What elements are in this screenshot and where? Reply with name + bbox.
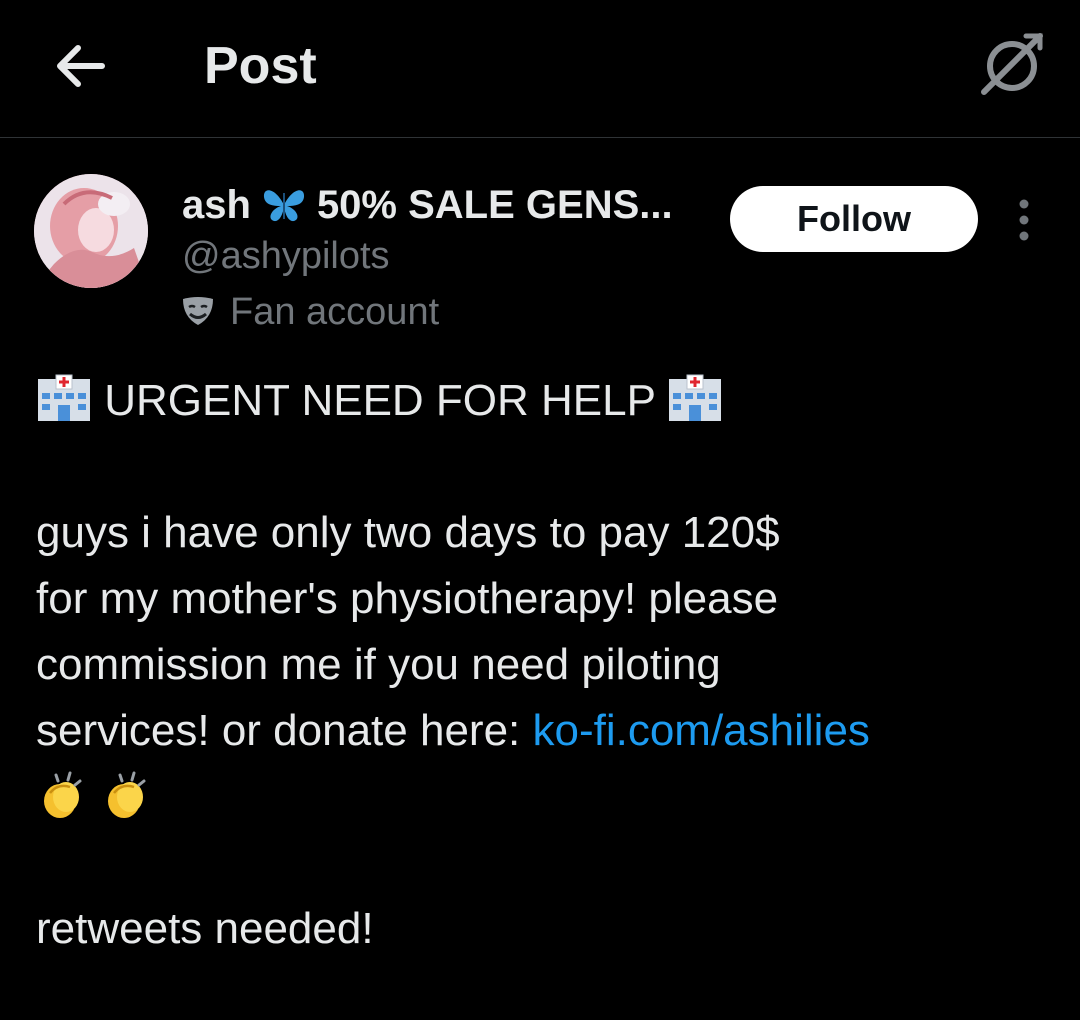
grok-button[interactable] [976, 28, 1048, 100]
account-label-text: Fan account [230, 291, 440, 333]
post-headline-text: URGENT NEED FOR HELP [104, 376, 656, 425]
kofi-link[interactable]: ko-fi.com/ashilies [532, 706, 869, 755]
more-vertical-icon [1019, 199, 1029, 241]
top-bar: Post [0, 0, 1080, 138]
hospital-icon [669, 374, 722, 421]
post-headline: URGENT NEED FOR HELP [36, 368, 1066, 434]
follow-button[interactable]: Follow [730, 186, 978, 252]
clapping-hands-icon [44, 771, 82, 818]
avatar[interactable] [34, 174, 148, 288]
grok-icon [981, 33, 1043, 95]
post-line: for my mother's physiotherapy! please [36, 574, 779, 623]
post-line-text: services! or donate here: [36, 706, 533, 755]
display-name[interactable]: ash 50% SALE GENS... [182, 180, 673, 230]
butterfly-icon [263, 190, 304, 222]
performing-arts-mask-icon [183, 297, 213, 325]
account-label: Fan account [180, 288, 439, 336]
clapping-hands-icon [108, 771, 146, 818]
more-options-button[interactable] [1004, 196, 1044, 244]
back-button[interactable] [48, 34, 112, 98]
arrow-left-icon [57, 45, 105, 87]
post-line: guys i have only two days to pay 120$ [36, 508, 780, 557]
post-text: URGENT NEED FOR HELP guys i have only tw… [36, 368, 1066, 962]
post-emoji-line [36, 764, 1066, 830]
page-title: Post [204, 37, 317, 95]
avatar-image [34, 174, 148, 288]
post-closing: retweets needed! [36, 904, 374, 953]
display-name-suffix: 50% SALE GENS... [316, 183, 673, 227]
post-line: services! or donate here: ko-fi.com/ashi… [36, 698, 1066, 764]
user-handle[interactable]: @ashypilots [182, 232, 390, 280]
post-line: commission me if you need piloting [36, 640, 721, 689]
hospital-icon [38, 374, 90, 421]
display-name-text: ash [182, 183, 251, 227]
